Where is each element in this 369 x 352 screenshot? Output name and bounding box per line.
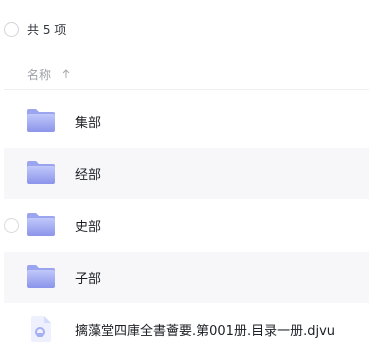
item-name[interactable]: 史部 — [75, 216, 101, 235]
folder-icon — [27, 161, 55, 184]
list-item[interactable]: 摛藻堂四庫全書薈要.第001册.目录一册.djvu — [4, 304, 369, 352]
item-name[interactable]: 集部 — [75, 112, 101, 131]
file-icon — [31, 316, 51, 342]
row-checkbox[interactable] — [4, 218, 19, 233]
list-item[interactable]: 史部 — [4, 200, 369, 251]
folder-icon — [27, 109, 55, 132]
item-name[interactable]: 摛藻堂四庫全書薈要.第001册.目录一册.djvu — [75, 320, 335, 339]
selection-summary: 共 5 项 — [0, 12, 369, 46]
list-item[interactable]: 经部 — [4, 148, 369, 199]
folder-icon — [27, 213, 55, 236]
folder-icon — [27, 265, 55, 288]
file-list-page: 共 5 项 名称 集部 经部 史部 子部 摛藻堂四庫全書薈要.第001册.目录一… — [0, 0, 369, 352]
name-column-header[interactable]: 名称 — [27, 66, 51, 83]
list-item[interactable]: 子部 — [4, 252, 369, 303]
select-all-checkbox[interactable] — [4, 21, 19, 37]
column-header: 名称 — [4, 60, 369, 90]
arrow-up-icon[interactable] — [62, 69, 70, 79]
item-name[interactable]: 子部 — [75, 268, 101, 287]
list-item[interactable]: 集部 — [4, 96, 369, 147]
item-count: 共 5 项 — [27, 22, 67, 37]
item-name[interactable]: 经部 — [75, 164, 101, 183]
